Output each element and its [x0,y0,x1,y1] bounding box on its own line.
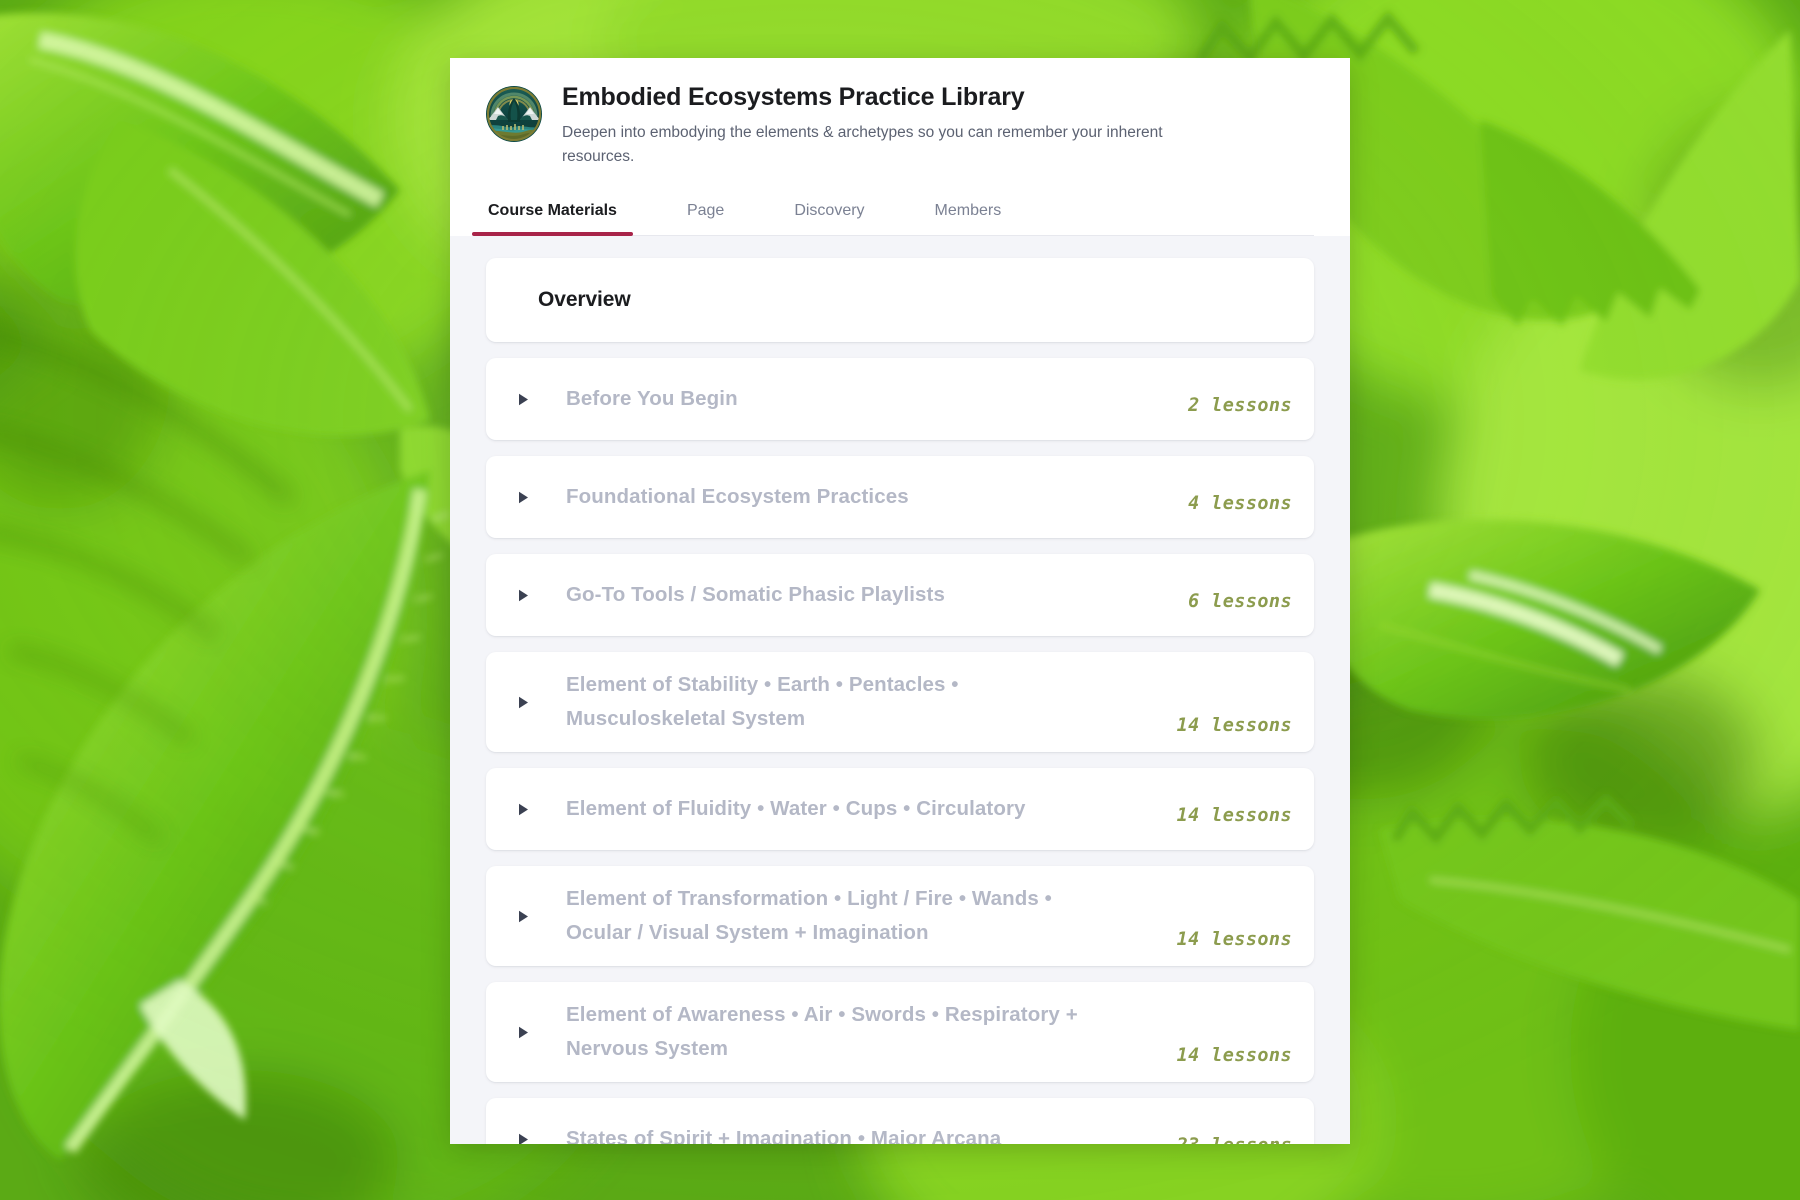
module-title-line: Go-To Tools / Somatic Phasic Playlists [566,582,945,606]
tab-label: Discovery [794,202,865,220]
module-card[interactable]: Element of Fluidity • Water • Cups • Cir… [486,768,1314,851]
module-row[interactable]: Before You Begin 2 lessons [486,358,1314,440]
module-title-line: Before You Begin [566,386,738,410]
expand-triangle-icon[interactable] [512,910,534,923]
expand-triangle-icon[interactable] [512,803,534,816]
lesson-count-badge: 6 lessons [1188,590,1292,612]
lesson-count-badge: 4 lessons [1188,492,1292,514]
module-title-line: Ocular / Visual System + Imagination [566,921,929,945]
module-title-line: Element of Awareness • Air • Swords • Re… [566,1002,1078,1026]
modal-header: Embodied Ecosystems Practice Library Dee… [450,58,1350,237]
expand-triangle-icon[interactable] [512,393,534,406]
module-title: Go-To Tools / Somatic Phasic Playlists [534,578,1188,612]
expand-triangle-icon[interactable] [512,1026,534,1039]
lesson-count-badge: 14 lessons [1176,929,1292,951]
module-card[interactable]: States of Spirit + Imagination • Major A… [486,1098,1314,1144]
module-row[interactable]: States of Spirit + Imagination • Major A… [486,1098,1314,1144]
tab-members[interactable]: Members [933,192,1004,235]
module-title-line: Musculoskeletal System [566,707,806,731]
module-title-line: Nervous System [566,1037,729,1061]
module-title: Foundational Ecosystem Practices [534,480,1188,514]
course-logo-icon [486,86,542,142]
tab-discovery[interactable]: Discovery [792,192,866,235]
module-title-line: Foundational Ecosystem Practices [566,484,909,508]
tab-course-materials[interactable]: Course Materials [472,192,633,237]
expand-triangle-icon[interactable] [512,696,534,709]
lesson-count-badge: 14 lessons [1176,715,1292,737]
lesson-count-badge: 14 lessons [1176,804,1292,826]
tab-label: Page [686,202,725,220]
module-row[interactable]: Element of Awareness • Air • Swords • Re… [486,982,1314,1082]
tab-page[interactable]: Page [685,192,726,235]
module-row[interactable]: Element of Stability • Earth • Pentacles… [486,652,1314,752]
module-card[interactable]: Foundational Ecosystem Practices 4 lesson… [486,456,1314,539]
expand-triangle-icon[interactable] [512,589,534,602]
module-title: Element of Awareness • Air • Swords • Re… [534,998,1177,1067]
lesson-count-badge: 23 lessons [1177,1135,1292,1144]
lesson-count-badge: 2 lessons [1188,394,1292,416]
tab-bar: Course Materials Page Discovery Members [472,192,1314,237]
module-row[interactable]: Element of Fluidity • Water • Cups • Cir… [486,768,1314,850]
module-title: Before You Begin [534,382,1188,416]
module-row[interactable]: Go-To Tools / Somatic Phasic Playlists 6 … [486,554,1314,636]
course-modal: Embodied Ecosystems Practice Library Dee… [450,58,1350,1144]
course-subtitle: Deepen into embodying the elements & arc… [562,124,1163,165]
module-card[interactable]: Before You Begin 2 lessons [486,358,1314,441]
module-card[interactable]: Go-To Tools / Somatic Phasic Playlists 6 … [486,554,1314,637]
module-title: States of Spirit + Imagination • Major A… [534,1122,1177,1144]
module-card[interactable]: Element of Stability • Earth • Pentacles… [486,652,1314,753]
module-card[interactable]: Element of Awareness • Air • Swords • Re… [486,982,1314,1083]
module-title: Element of Fluidity • Water • Cups • Cir… [534,792,1177,826]
module-row[interactable]: Element of Transformation • Light / Fire… [486,866,1314,966]
overview-title: Overview [538,288,631,312]
module-card[interactable]: Element of Transformation • Light / Fire… [486,866,1314,967]
lesson-count-badge: 14 lessons [1176,1045,1292,1067]
module-title-line: Element of Fluidity • Water • Cups • Cir… [566,796,1026,820]
tab-label: Course Materials [488,202,617,220]
module-title-line: Element of Transformation • Light / Fire… [566,886,1052,910]
module-title: Element of Transformation • Light / Fire… [534,882,1177,951]
tab-label: Members [934,202,1002,220]
expand-triangle-icon[interactable] [512,1133,534,1144]
module-list: Before You Begin 2 lessons Foundational Ec… [486,358,1314,1144]
overview-card[interactable]: Overview [486,258,1314,343]
module-row[interactable]: Foundational Ecosystem Practices 4 lesson… [486,456,1314,538]
module-title-line: States of Spirit + Imagination • Major A… [566,1126,1002,1144]
module-title-line: Element of Stability • Earth • Pentacles… [566,672,959,696]
module-title: Element of Stability • Earth • Pentacles… [534,668,1177,737]
page-title: Embodied Ecosystems Practice Library [562,83,1025,111]
expand-triangle-icon[interactable] [512,491,534,504]
course-materials-panel: Overview Before You Begin 2 lessons Founda… [450,236,1350,1144]
